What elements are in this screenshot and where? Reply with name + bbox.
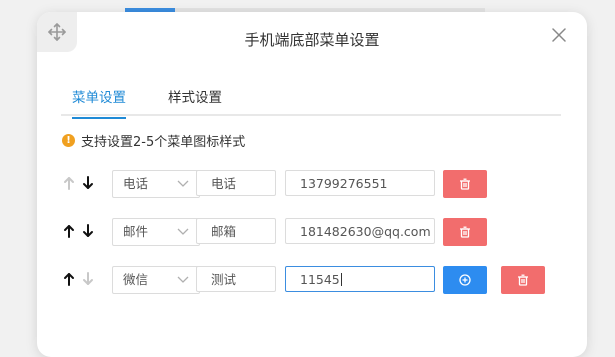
move-up-arrow-icon xyxy=(64,177,74,190)
menu-row: 微信 测试 11545 xyxy=(63,266,563,294)
menu-value-input[interactable]: 11545 xyxy=(285,266,435,292)
menu-type-value: 微信 xyxy=(123,272,149,287)
tip-message: ! 支持设置2-5个菜单图标样式 xyxy=(62,131,245,150)
dialog-title: 手机端底部菜单设置 xyxy=(244,31,380,49)
menu-type-value: 电话 xyxy=(123,176,149,191)
menu-value-input[interactable]: 13799276551 xyxy=(285,170,435,196)
menu-value-text: 11545 xyxy=(300,272,340,287)
menu-row: 电话 电话 13799276551 xyxy=(63,170,563,198)
move-down-arrow-icon[interactable] xyxy=(82,223,94,239)
text-caret xyxy=(340,273,342,286)
move-down-arrow-icon xyxy=(83,272,93,285)
tab-style-settings[interactable]: 样式设置 xyxy=(168,86,222,106)
add-button[interactable] xyxy=(443,266,487,294)
menu-settings-dialog: 手机端底部菜单设置 菜单设置 样式设置 ! 支持设置2-5个菜单图标样式 电话 … xyxy=(37,12,587,357)
warning-icon: ! xyxy=(62,134,75,147)
chevron-down-icon xyxy=(177,228,189,235)
menu-row: 邮件 邮箱 181482630@qq.com xyxy=(63,218,563,246)
menu-name-input[interactable]: 邮箱 xyxy=(196,218,276,244)
close-icon xyxy=(552,28,566,42)
trash-icon xyxy=(460,178,470,190)
menu-type-select[interactable]: 邮件 xyxy=(112,218,200,246)
move-up-arrow-icon[interactable] xyxy=(63,223,75,239)
tab-menu-settings[interactable]: 菜单设置 xyxy=(72,86,126,119)
close-button[interactable] xyxy=(549,25,569,45)
plus-circle-icon xyxy=(459,274,471,286)
move-down-arrow-icon[interactable] xyxy=(82,175,94,191)
delete-button[interactable] xyxy=(443,218,487,246)
delete-button[interactable] xyxy=(501,266,545,294)
move-up-arrow-icon[interactable] xyxy=(63,271,75,287)
chevron-down-icon xyxy=(177,276,189,283)
menu-name-input[interactable]: 测试 xyxy=(196,266,276,292)
menu-value-input[interactable]: 181482630@qq.com xyxy=(285,218,435,244)
menu-type-select[interactable]: 电话 xyxy=(112,170,200,198)
tab-bar: 菜单设置 样式设置 xyxy=(61,86,561,119)
menu-type-value: 邮件 xyxy=(123,224,149,239)
trash-icon xyxy=(460,226,470,238)
chevron-down-icon xyxy=(177,180,189,187)
menu-name-input[interactable]: 电话 xyxy=(196,170,276,196)
trash-icon xyxy=(518,274,528,286)
delete-button[interactable] xyxy=(443,170,487,198)
menu-type-select[interactable]: 微信 xyxy=(112,266,200,294)
tip-text: 支持设置2-5个菜单图标样式 xyxy=(81,135,246,150)
